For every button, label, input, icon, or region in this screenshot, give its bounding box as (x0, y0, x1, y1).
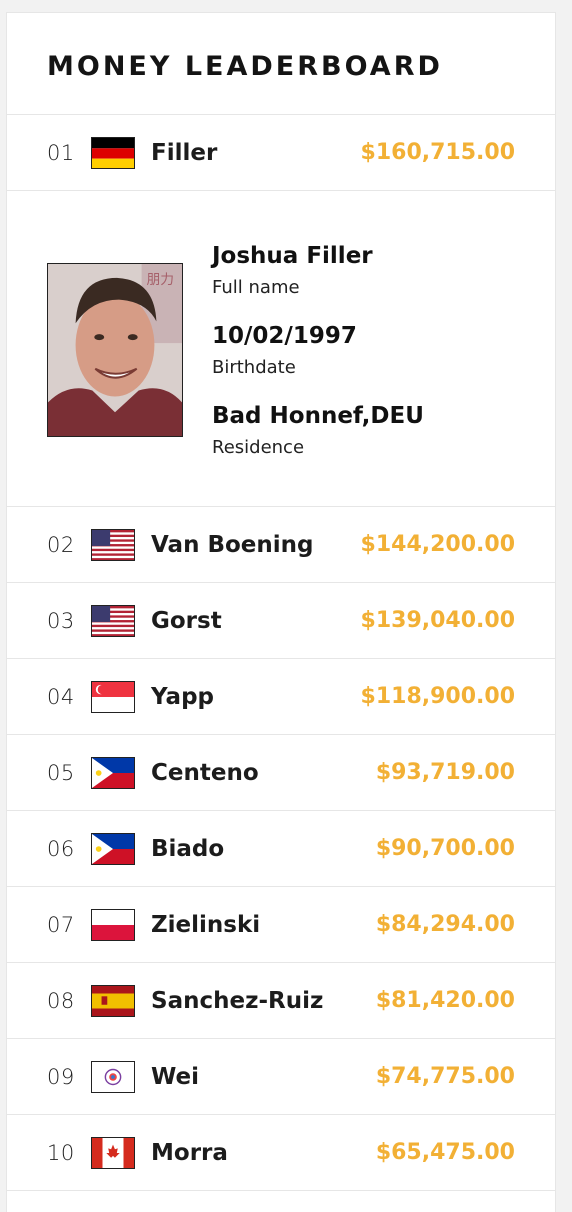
leaderboard-row-5[interactable]: 05 Centeno $93,719.00 (7, 735, 555, 811)
player-name[interactable]: Yapp (151, 684, 214, 710)
philippines-flag-icon (91, 756, 135, 789)
player-residence: Bad Honnef,DEU (212, 403, 424, 429)
prize-money: $144,200.00 (360, 532, 515, 557)
rank: 07 (47, 912, 75, 937)
player-name[interactable]: Gorst (151, 608, 222, 634)
full-name-label: Full name (212, 277, 300, 298)
rank: 03 (47, 608, 75, 633)
rank: 06 (47, 836, 75, 861)
prize-money: $74,775.00 (375, 1064, 515, 1089)
birthdate-label: Birthdate (212, 357, 296, 378)
player-info: Joshua Filler Full name 10/02/1997 Birth… (212, 241, 424, 481)
rank: 02 (47, 532, 75, 557)
prize-money: $84,294.00 (375, 912, 515, 937)
prize-money: $93,719.00 (375, 760, 515, 785)
player-name[interactable]: Van Boening (151, 532, 313, 558)
prize-money: $118,900.00 (360, 684, 515, 709)
residence-label: Residence (212, 437, 305, 458)
player-name[interactable]: Sanchez-Ruiz (151, 988, 323, 1014)
player-name[interactable]: Zielinski (151, 912, 260, 938)
leaderboard-title: MONEY LEADERBOARD (7, 13, 555, 115)
leaderboard-row-1[interactable]: 01 Filler $160,715.00 (7, 115, 555, 191)
player-name[interactable]: Morra (151, 1140, 228, 1166)
rank: 10 (47, 1140, 75, 1165)
philippines-flag-icon (91, 832, 135, 865)
player-full-name: Joshua Filler (212, 243, 373, 269)
usa-flag-icon (91, 528, 135, 561)
chinese-taipei-flag-icon (91, 1060, 135, 1093)
player-birthdate: 10/02/1997 (212, 323, 357, 349)
spain-flag-icon (91, 984, 135, 1017)
usa-flag-icon (91, 604, 135, 637)
prize-money: $81,420.00 (375, 988, 515, 1013)
poland-flag-icon (91, 908, 135, 941)
prize-money: $160,715.00 (360, 140, 515, 165)
player-name[interactable]: Filler (151, 140, 217, 166)
leaderboard-row-2[interactable]: 02 Van Boening $144,200.00 (7, 507, 555, 583)
prize-money: $90,700.00 (375, 836, 515, 861)
singapore-flag-icon (91, 680, 135, 713)
rank: 04 (47, 684, 75, 709)
svg-text:朋力: 朋力 (147, 272, 175, 288)
canada-flag-icon (91, 1136, 135, 1169)
leaderboard-row-3[interactable]: 03 Gorst $139,040.00 (7, 583, 555, 659)
player-detail-panel: 朋力 Joshua Filler Full name 10/02/1997 Bi… (7, 191, 555, 507)
prize-money: $65,475.00 (375, 1140, 515, 1165)
rank: 01 (47, 140, 75, 165)
player-name[interactable]: Wei (151, 1064, 199, 1090)
leaderboard-row-7[interactable]: 07 Zielinski $84,294.00 (7, 887, 555, 963)
leaderboard-row-10[interactable]: 10 Morra $65,475.00 (7, 1115, 555, 1191)
leaderboard-card: MONEY LEADERBOARD 01 Filler $160,715.00 … (6, 12, 556, 1212)
prize-money: $139,040.00 (360, 608, 515, 633)
leaderboard-row-6[interactable]: 06 Biado $90,700.00 (7, 811, 555, 887)
germany-flag-icon (91, 136, 135, 169)
player-photo: 朋力 (47, 263, 183, 437)
rank: 05 (47, 760, 75, 785)
player-name[interactable]: Centeno (151, 760, 259, 786)
leaderboard-row-4[interactable]: 04 Yapp $118,900.00 (7, 659, 555, 735)
player-name[interactable]: Biado (151, 836, 224, 862)
rank: 09 (47, 1064, 75, 1089)
leaderboard-row-8[interactable]: 08 Sanchez-Ruiz $81,420.00 (7, 963, 555, 1039)
rank: 08 (47, 988, 75, 1013)
leaderboard-row-9[interactable]: 09 Wei $74,775.00 (7, 1039, 555, 1115)
